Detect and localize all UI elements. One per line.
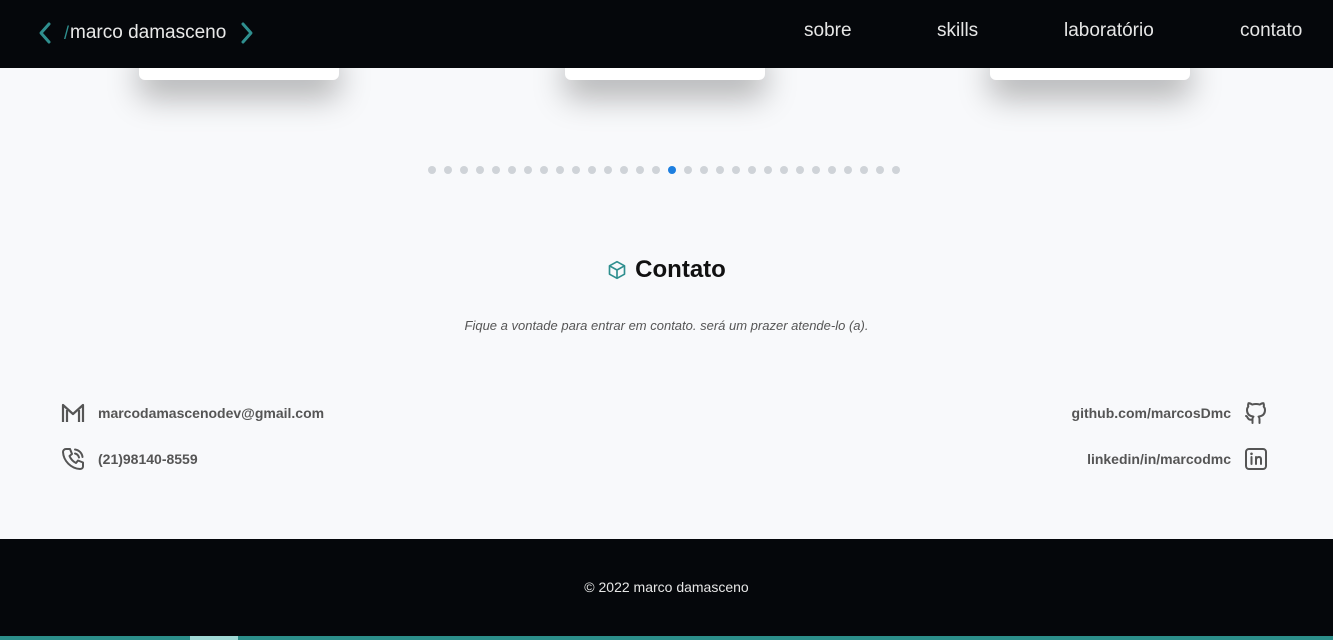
contact-subtitle: Fique a vontade para entrar em contato. …: [464, 318, 869, 333]
carousel-dot[interactable]: [508, 166, 516, 174]
carousel-dot[interactable]: [540, 166, 548, 174]
linkedin-icon: [1245, 448, 1267, 470]
carousel-dot[interactable]: [716, 166, 724, 174]
linkedin-link[interactable]: linkedin/in/marcodmc: [1087, 446, 1269, 472]
carousel-dot[interactable]: [444, 166, 452, 174]
email-link[interactable]: marcodamascenodev@gmail.com: [60, 400, 324, 426]
nav-link-skills[interactable]: skills: [937, 20, 978, 42]
linkedin-text: linkedin/in/marcodmc: [1087, 451, 1231, 467]
gmail-icon: [61, 403, 85, 422]
phone-link[interactable]: (21)98140-8559: [60, 446, 198, 472]
contact-title: Contato: [635, 256, 726, 283]
carousel-dot-active[interactable]: [668, 166, 676, 174]
nav-link-contato[interactable]: contato: [1240, 20, 1302, 42]
copyright-text: © 2022 marco damasceno: [584, 579, 749, 595]
top-navbar: / marco damasceno sobre skills laboratór…: [0, 0, 1333, 68]
phone-text: (21)98140-8559: [98, 451, 198, 467]
github-text: github.com/marcosDmc: [1071, 405, 1231, 421]
carousel-dot[interactable]: [828, 166, 836, 174]
carousel-dot[interactable]: [620, 166, 628, 174]
carousel-dot[interactable]: [732, 166, 740, 174]
phone-call-icon: [62, 448, 84, 470]
nav-link-sobre[interactable]: sobre: [804, 20, 852, 42]
carousel-dot[interactable]: [764, 166, 772, 174]
carousel-pagination: [428, 166, 900, 176]
github-icon: [1245, 402, 1266, 424]
github-link[interactable]: github.com/marcosDmc: [1072, 400, 1269, 426]
carousel-dot[interactable]: [428, 166, 436, 174]
carousel-dot[interactable]: [876, 166, 884, 174]
chevron-right-icon: [241, 22, 253, 44]
carousel-dot[interactable]: [460, 166, 468, 174]
carousel-dot[interactable]: [492, 166, 500, 174]
email-text: marcodamascenodev@gmail.com: [98, 405, 325, 421]
footer: © 2022 marco damasceno: [0, 539, 1333, 640]
logo-text: marco damasceno: [70, 22, 227, 43]
carousel-dot[interactable]: [796, 166, 804, 174]
carousel-dot[interactable]: [524, 166, 532, 174]
carousel-dot[interactable]: [700, 166, 708, 174]
carousel-dot[interactable]: [476, 166, 484, 174]
logo-link[interactable]: / marco damasceno: [36, 18, 256, 48]
carousel-dot[interactable]: [604, 166, 612, 174]
carousel-dot[interactable]: [780, 166, 788, 174]
scrollbar-thumb[interactable]: [190, 636, 238, 640]
carousel-dot[interactable]: [892, 166, 900, 174]
logo-slash: /: [64, 22, 70, 43]
carousel-dot[interactable]: [588, 166, 596, 174]
carousel-dot[interactable]: [684, 166, 692, 174]
carousel-dot[interactable]: [556, 166, 564, 174]
carousel-dot[interactable]: [652, 166, 660, 174]
carousel-dot[interactable]: [812, 166, 820, 174]
carousel-dot[interactable]: [844, 166, 852, 174]
contact-heading: Contato: [0, 256, 1333, 284]
carousel-dot[interactable]: [572, 166, 580, 174]
cube-icon: [608, 260, 626, 280]
nav-link-laboratorio[interactable]: laboratório: [1064, 20, 1154, 42]
chevron-left-icon: [39, 22, 51, 44]
carousel-dot[interactable]: [636, 166, 644, 174]
carousel-dot[interactable]: [748, 166, 756, 174]
carousel-dot[interactable]: [860, 166, 868, 174]
